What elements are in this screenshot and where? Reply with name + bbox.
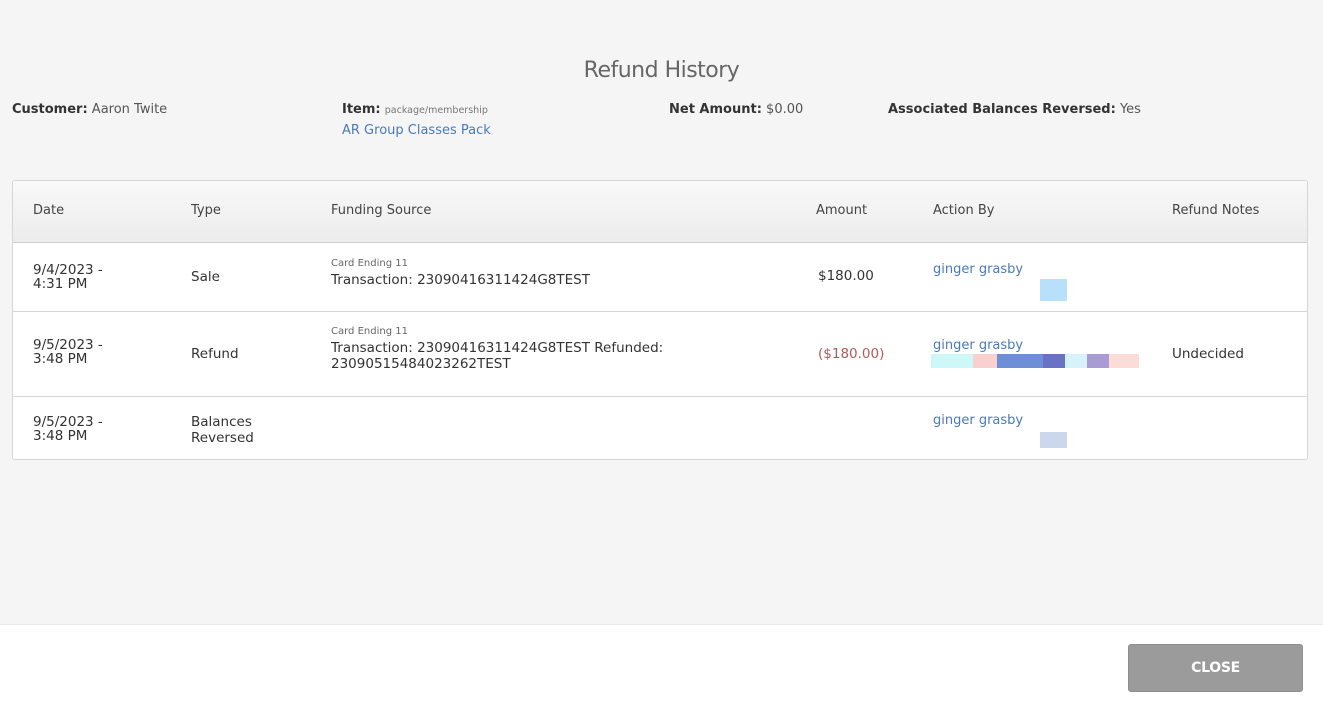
row-action-by: ginger grasby bbox=[933, 412, 1023, 428]
net-amount-label: Net Amount: bbox=[669, 102, 762, 117]
row-funding-source: Card Ending 11 Transaction: 230904163114… bbox=[331, 326, 791, 372]
transaction-id: Transaction: 23090416311424G8TEST Refund… bbox=[331, 340, 664, 356]
redacted-block bbox=[931, 354, 973, 368]
action-by-link[interactable]: ginger grasby bbox=[933, 262, 1023, 277]
transaction-id: Transaction: 23090416311424G8TEST bbox=[331, 272, 590, 288]
row-amount: ($180.00) bbox=[818, 346, 885, 362]
row-funding-source: Card Ending 11 Transaction: 230904163114… bbox=[331, 258, 791, 288]
net-amount-value: $0.00 bbox=[766, 102, 804, 117]
customer-info: Customer: Aaron Twite bbox=[12, 102, 167, 117]
balances-reversed-value: Yes bbox=[1119, 102, 1141, 117]
row-amount: $180.00 bbox=[818, 268, 874, 284]
row-action-by: ginger grasby bbox=[933, 337, 1023, 353]
redacted-block bbox=[1040, 432, 1067, 448]
row-type: Refund bbox=[191, 346, 239, 362]
close-button[interactable]: CLOSE bbox=[1128, 644, 1303, 692]
customer-name: Aaron Twite bbox=[91, 102, 168, 117]
header-amount: Amount bbox=[816, 203, 868, 218]
row-type: Balances Reversed bbox=[191, 414, 301, 446]
row-notes: Undecided bbox=[1172, 346, 1244, 362]
balances-reversed-info: Associated Balances Reversed: Yes bbox=[888, 102, 1141, 117]
header-action-by: Action By bbox=[933, 203, 995, 218]
type-line: Balances bbox=[191, 414, 252, 430]
item-link[interactable]: AR Group Classes Pack bbox=[342, 123, 491, 138]
row-type: Sale bbox=[191, 269, 220, 285]
balances-reversed-label: Associated Balances Reversed: bbox=[888, 102, 1116, 117]
table-header: Date Type Funding Source Amount Action B… bbox=[13, 181, 1307, 243]
redacted-block bbox=[1087, 354, 1109, 368]
refund-history-table: Date Type Funding Source Amount Action B… bbox=[12, 180, 1308, 460]
dialog-footer: CLOSE bbox=[0, 624, 1323, 707]
table-row: 9/4/2023 - 4:31 PM Sale Card Ending 11 T… bbox=[13, 243, 1307, 312]
item-type: package/membership bbox=[384, 105, 488, 116]
row-action-by: ginger grasby bbox=[933, 261, 1023, 277]
item-label: Item: bbox=[342, 102, 381, 117]
row-date: 9/5/2023 - 3:48 PM bbox=[33, 338, 153, 366]
action-by-link[interactable]: ginger grasby bbox=[933, 413, 1023, 428]
card-ending: Card Ending 11 bbox=[331, 258, 408, 269]
header-type: Type bbox=[191, 203, 221, 218]
table-row: 9/5/2023 - 3:48 PM Refund Card Ending 11… bbox=[13, 312, 1307, 397]
row-date: 9/4/2023 - 4:31 PM bbox=[33, 263, 153, 291]
dialog-title: Refund History bbox=[583, 58, 740, 83]
row-date: 9/5/2023 - 3:48 PM bbox=[33, 415, 153, 443]
redacted-block bbox=[1040, 279, 1067, 301]
redacted-block bbox=[1065, 354, 1087, 368]
header-funding-source: Funding Source bbox=[331, 203, 432, 218]
time-line: 4:31 PM bbox=[33, 276, 88, 292]
redacted-block bbox=[973, 354, 997, 368]
type-line: Reversed bbox=[191, 430, 254, 446]
redacted-block bbox=[1043, 354, 1065, 368]
header-date: Date bbox=[33, 203, 65, 218]
time-line: 3:48 PM bbox=[33, 351, 88, 367]
customer-label: Customer: bbox=[12, 102, 88, 117]
redacted-block bbox=[1109, 354, 1139, 368]
table-row: 9/5/2023 - 3:48 PM Balances Reversed gin… bbox=[13, 397, 1307, 459]
redacted-block bbox=[997, 354, 1043, 368]
item-info: Item: package/membership AR Group Classe… bbox=[342, 102, 491, 138]
time-line: 3:48 PM bbox=[33, 428, 88, 444]
card-ending: Card Ending 11 bbox=[331, 326, 408, 337]
header-refund-notes: Refund Notes bbox=[1172, 203, 1260, 218]
net-amount-info: Net Amount: $0.00 bbox=[669, 102, 803, 117]
refund-transaction-id: 23090515484023262TEST bbox=[331, 356, 511, 372]
action-by-link[interactable]: ginger grasby bbox=[933, 338, 1023, 353]
